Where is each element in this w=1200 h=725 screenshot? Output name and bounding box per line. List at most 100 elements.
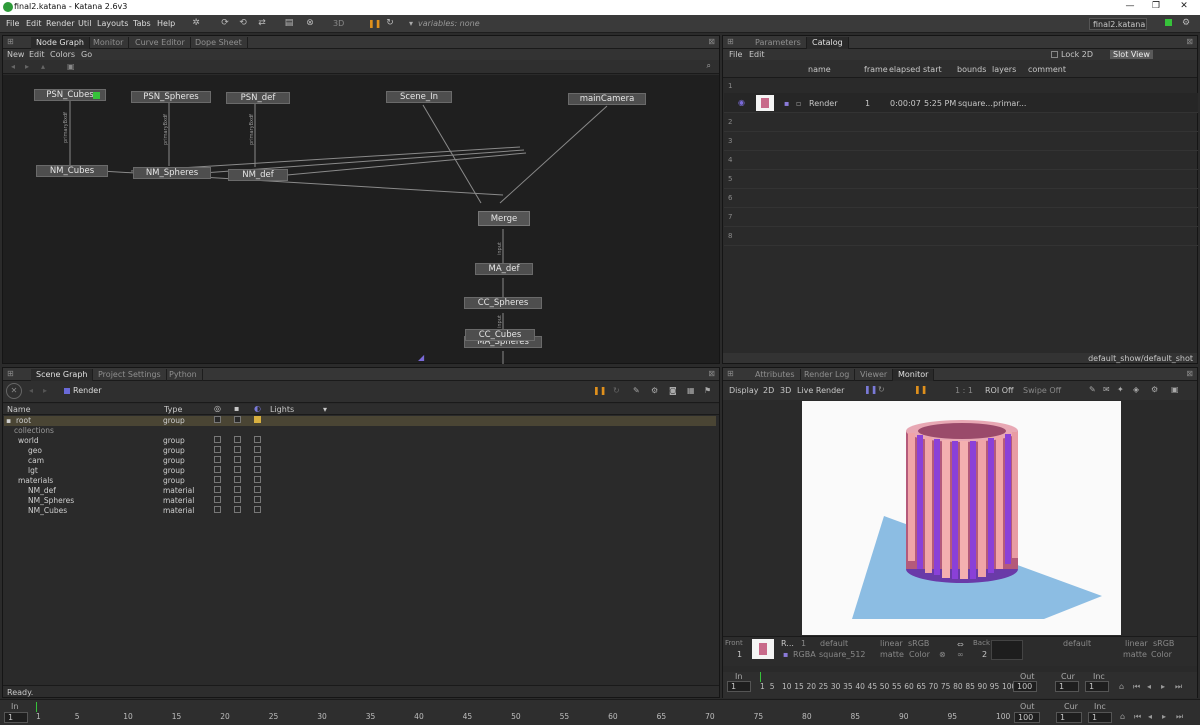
catalog-slot[interactable]: 6 [724,189,1198,208]
front-thumbnail[interactable] [752,639,774,659]
camera-checkbox[interactable] [234,486,241,493]
menu-render[interactable]: Render [46,19,74,28]
node-graph-canvas[interactable]: PSN_Cubes PSN_Spheres PSN_def Scene_In m… [3,75,719,364]
tab-scene-graph[interactable]: Scene Graph [31,369,94,381]
monitor-settings-icon[interactable]: ⚙ [1151,385,1158,394]
preferences-icon[interactable]: ✲ [190,18,202,30]
sg-panel-options-icon[interactable]: ⊞ [7,369,14,378]
sg-refresh-icon[interactable]: ↻ [613,386,620,395]
light-checkbox[interactable] [254,466,261,473]
sg-flag-icon[interactable]: ⚑ [704,386,711,395]
visibility-checkbox[interactable] [214,476,221,483]
tl-last-icon[interactable]: ⏭ [1176,712,1183,722]
tl-inc-field[interactable]: 1 [1088,712,1112,723]
front-linear-dropdown[interactable]: linear [880,639,903,648]
minimize-button[interactable]: — [1116,1,1144,13]
mt-last-icon[interactable]: ⏭ [1175,682,1182,692]
node-nm-def[interactable]: NM_def [228,169,288,181]
light-checkbox[interactable] [254,496,261,503]
forward-arrow-icon[interactable]: ▸ [25,62,29,71]
view-node-icon[interactable]: ▣ [67,62,75,71]
catalog-menu-edit[interactable]: Edit [749,50,765,59]
menu-layouts[interactable]: Layouts [97,19,128,28]
node-main-camera[interactable]: mainCamera [568,93,646,105]
sg-row-nm-spheres[interactable]: NM_Spheres material [4,496,716,506]
search-icon[interactable]: ⌕ [707,61,711,71]
catalog-close-icon[interactable]: ⊠ [1186,37,1193,46]
sg-row-materials[interactable]: materials group [4,476,716,486]
render-preview-icon[interactable]: ⟲ [237,18,249,30]
back-srgb-dropdown[interactable]: sRGB [1153,639,1174,648]
menu-util[interactable]: Util [78,19,91,28]
clear-icon[interactable]: ⊗ [939,650,946,659]
sg-close-icon[interactable]: ⊠ [708,369,715,378]
ng-menu-colors[interactable]: Colors [50,50,75,59]
swipe-dropdown[interactable]: Swipe Off [1023,386,1061,395]
mt-playhead[interactable] [760,672,761,682]
tab-render-log[interactable]: Render Log [799,369,856,381]
expand-icon[interactable]: ▪ [6,416,11,425]
front-lock-icon[interactable]: ▪ [783,650,788,659]
sg-row-nm-cubes[interactable]: NM_Cubes material [4,506,716,516]
back-matte-dropdown[interactable]: matte [1123,650,1147,659]
variables-selector[interactable]: variables: none [418,19,480,28]
front-color-dropdown[interactable]: Color [909,650,930,659]
mt-prev-icon[interactable]: ◂ [1147,682,1151,691]
swap-icon[interactable]: ⇔ [957,640,964,649]
camera-checkbox[interactable] [234,476,241,483]
tab-monitor-active[interactable]: Monitor [893,369,935,381]
back-thumbnail[interactable] [991,640,1023,660]
menu-file[interactable]: File [6,19,19,28]
sg-pencil-icon[interactable]: ✎ [633,386,640,395]
node-psn-def[interactable]: PSN_def [226,92,290,104]
node-ma-def[interactable]: MA_def [475,263,533,275]
camera-checkbox[interactable] [234,466,241,473]
camera-checkbox[interactable] [234,416,241,423]
sg-row-root[interactable]: ▪ root group [4,416,716,426]
node-cc-spheres[interactable]: CC_Spheres [464,297,542,309]
lock-2d-checkbox[interactable] [1051,51,1058,58]
sg-row-world[interactable]: world group [4,436,716,446]
mt-inc-field[interactable]: 1 [1085,681,1109,692]
monitor-pencil-icon[interactable]: ✎ [1089,385,1096,394]
lights-dropdown-arrow-icon[interactable]: ▾ [323,405,327,414]
light-checkbox[interactable] [254,486,261,493]
cancel-icon[interactable]: ✕ [6,383,22,399]
roi-dropdown[interactable]: ROI Off [985,386,1014,395]
monitor-snapshot-icon[interactable]: ▣ [1171,385,1179,394]
up-arrow-icon[interactable]: ▴ [41,62,45,71]
monitor-render-viewport[interactable] [802,401,1121,635]
catalog-slot[interactable]: 5 [724,170,1198,189]
light-checkbox[interactable] [254,436,261,443]
monitor-picker-icon[interactable]: ✦ [1117,385,1124,394]
tl-prev-icon[interactable]: ◂ [1148,712,1152,721]
light-checkbox[interactable] [254,456,261,463]
ratio-dropdown[interactable]: 1 : 1 [955,386,973,395]
mt-next-icon[interactable]: ▸ [1161,682,1165,691]
settings-icon[interactable]: ⚙ [1180,18,1192,30]
node-merge[interactable]: Merge [478,211,530,226]
lock-icon[interactable]: ▪ [784,99,789,108]
monitor-view-icon[interactable]: ◈ [1133,385,1139,394]
sg-row-geo[interactable]: geo group [4,446,716,456]
light-checkbox[interactable] [254,416,261,423]
visibility-checkbox[interactable] [214,446,221,453]
visibility-checkbox[interactable] [214,456,221,463]
tab-project-settings[interactable]: Project Settings [93,369,167,381]
front-matte-dropdown[interactable]: matte [880,650,904,659]
visibility-checkbox[interactable] [214,466,221,473]
tl-cur-field[interactable]: 1 [1056,712,1082,723]
monitor-live-render[interactable]: Live Render [797,386,844,395]
maximize-button[interactable]: ❐ [1142,1,1170,13]
camera-checkbox[interactable] [234,456,241,463]
link-icon[interactable]: ∞ [957,650,964,659]
catalog-render-row[interactable]: ◉ ▪ ▫ Render 1 0:00:07 5:25 PM square...… [724,93,1198,113]
tab-attributes[interactable]: Attributes [750,369,801,381]
close-button[interactable]: ✕ [1170,1,1198,13]
sg-back-icon[interactable]: ◂ [29,386,33,395]
node-cc-cubes[interactable]: CC_Cubes [465,329,535,341]
pause-icon[interactable]: ❚❚ [368,19,381,28]
back-color-dropdown[interactable]: Color [1151,650,1172,659]
tab-monitor[interactable]: Monitor [88,37,130,49]
camera-checkbox[interactable] [234,436,241,443]
